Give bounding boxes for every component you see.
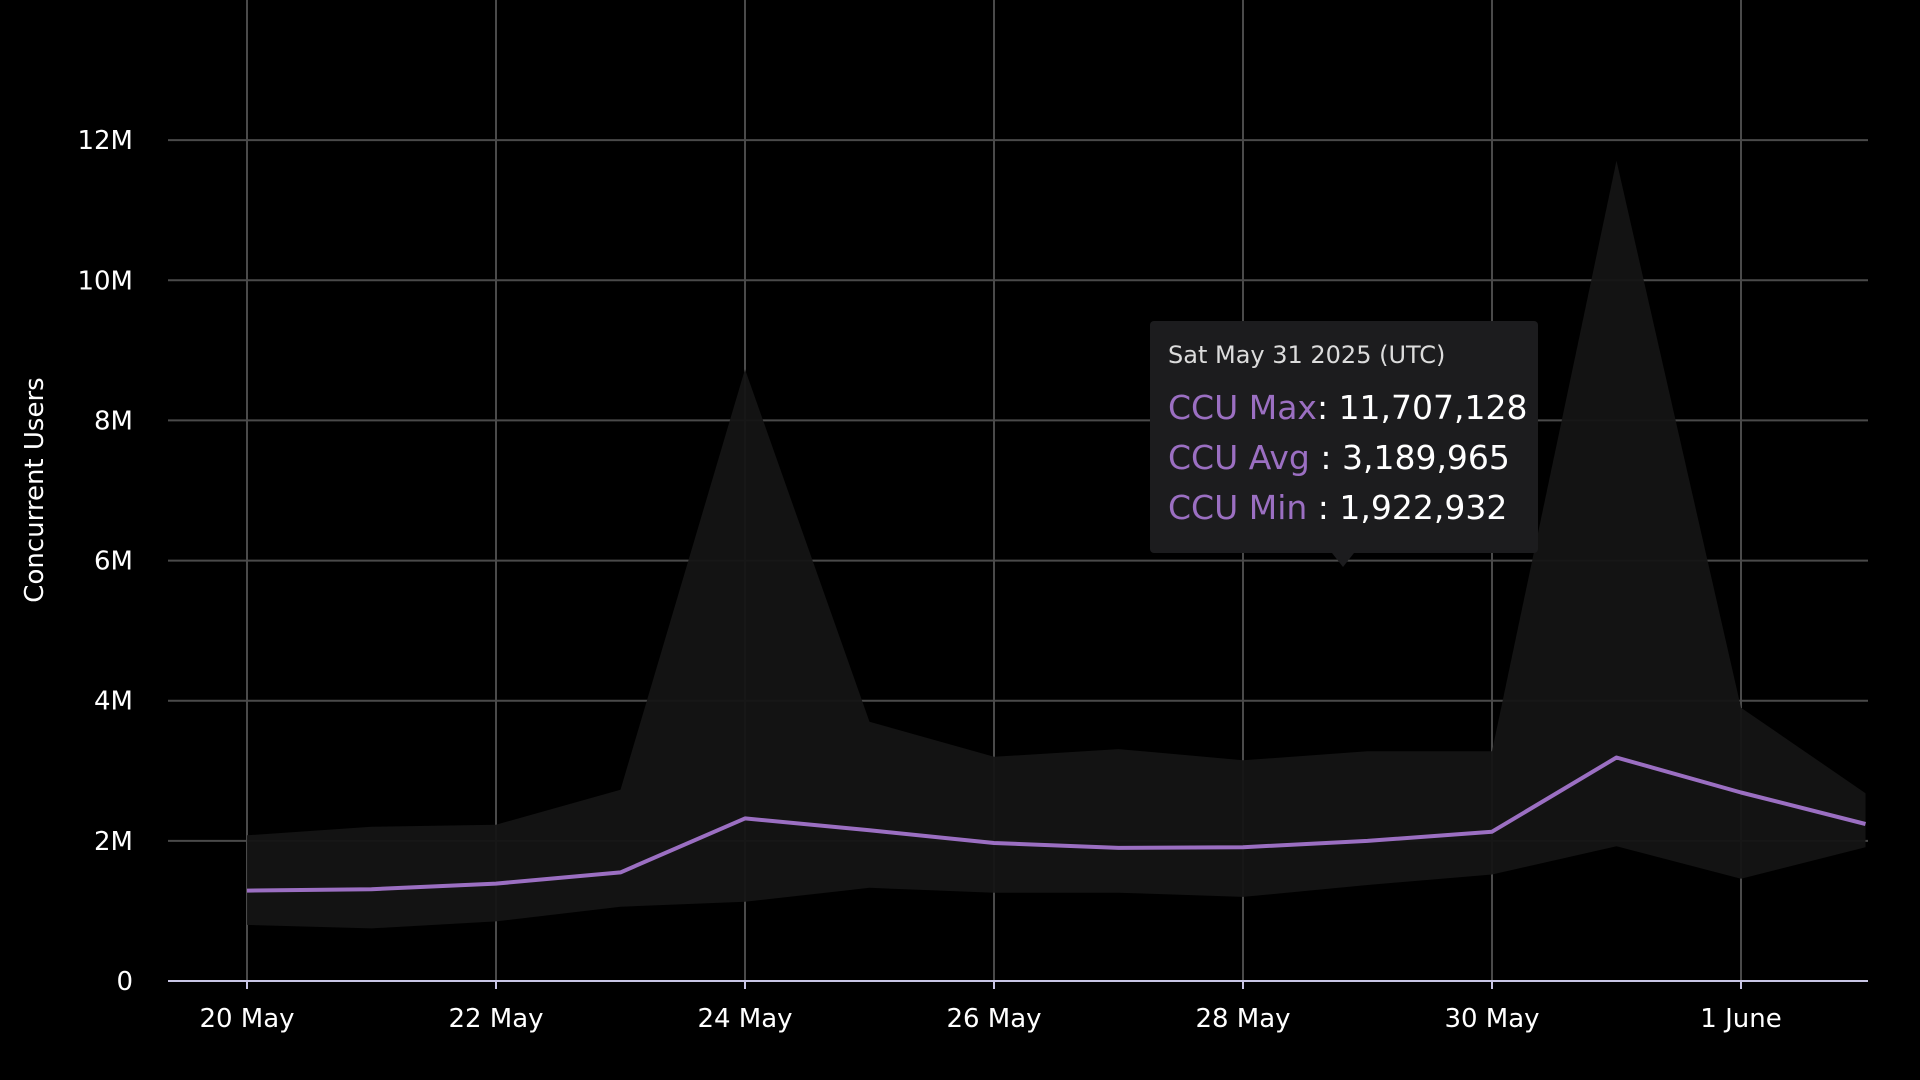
tooltip-separator: :	[1316, 388, 1339, 427]
range-band-layer	[247, 160, 1866, 929]
y-tick-label: 4M	[94, 687, 133, 717]
y-axis-label: Concurrent Users	[20, 377, 50, 602]
tooltip-label: CCU Max	[1168, 388, 1317, 427]
chart-container: 0 2M 4M 6M 8M 10M 12M 20 May 22 May 24 May 26 May 2…	[0, 0, 1920, 1080]
tooltip-value: 11,707,128	[1338, 388, 1528, 427]
x-tick-label: 1 June	[1700, 1004, 1781, 1034]
y-tick-label: 2M	[94, 827, 133, 857]
x-tick-label: 30 May	[1444, 1004, 1539, 1034]
y-tick-label: 12M	[77, 126, 133, 156]
tooltip-label: CCU Min	[1168, 488, 1308, 527]
tooltip-value: 1,922,932	[1339, 488, 1508, 527]
y-tick-label: 6M	[94, 547, 133, 577]
ccu-chart: 0 2M 4M 6M 8M 10M 12M 20 May 22 May 24 May 26 May 2…	[20, 0, 1868, 1034]
x-tick-label: 20 May	[199, 1004, 294, 1034]
tooltip-separator: :	[1307, 488, 1340, 527]
tooltip-row-avg: CCU Avg : 3,189,965	[1168, 433, 1520, 483]
tooltip-value: 3,189,965	[1341, 438, 1510, 477]
tooltip-date: Sat May 31 2025 (UTC)	[1168, 341, 1446, 369]
x-tick-label: 24 May	[697, 1004, 792, 1034]
tooltip-pointer	[1332, 553, 1354, 567]
y-tick-label: 8M	[94, 406, 133, 436]
tooltip-row-min: CCU Min : 1,922,932	[1168, 483, 1520, 533]
tooltip-row-max: CCU Max: 11,707,128	[1168, 383, 1528, 433]
x-tick-label: 28 May	[1195, 1004, 1290, 1034]
y-tick-label: 10M	[77, 266, 133, 296]
x-tick-label: 22 May	[448, 1004, 543, 1034]
x-tick-label: 26 May	[946, 1004, 1041, 1034]
ccu-range-band	[247, 160, 1866, 929]
data-tooltip: Sat May 31 2025 (UTC) CCU Max: 11,707,12…	[1150, 321, 1538, 553]
y-tick-label: 0	[116, 967, 133, 997]
tooltip-separator: :	[1309, 438, 1342, 477]
tooltip-label: CCU Avg	[1168, 438, 1310, 477]
